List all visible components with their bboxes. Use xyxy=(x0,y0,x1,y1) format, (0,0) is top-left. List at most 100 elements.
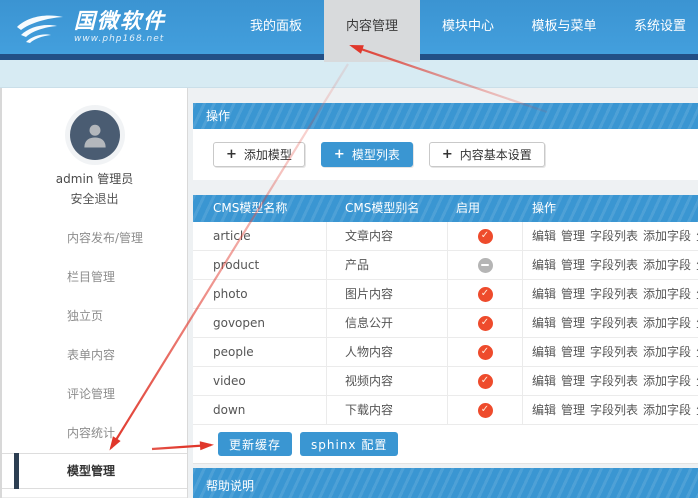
nav-item-templates-menus[interactable]: 模板与菜单 xyxy=(516,0,612,54)
action-link-video[interactable]: 管理 xyxy=(561,374,585,388)
action-link-people[interactable]: 编辑 xyxy=(532,345,556,359)
model-name-cell: people xyxy=(193,338,327,366)
model-enabled-cell xyxy=(448,338,523,366)
sidebar-item-category-management[interactable]: 栏目管理 xyxy=(2,258,187,297)
main-nav: 我的面板内容管理模块中心模板与菜单系统设置 xyxy=(228,0,698,62)
model-alias-cell: 产品 xyxy=(327,251,448,279)
action-link-down[interactable]: 编辑 xyxy=(532,403,556,417)
action-link-product[interactable]: 管理 xyxy=(561,258,585,272)
model-enabled-cell xyxy=(448,396,523,424)
action-link-article[interactable]: 管理 xyxy=(561,229,585,243)
add-model-button[interactable]: +添加模型 xyxy=(213,142,305,167)
table-row-govopen: govopen信息公开编辑管理字段列表添加字段生成模板 xyxy=(193,309,698,338)
sidebar-item-comment-management[interactable]: 评论管理 xyxy=(2,375,187,414)
plus-icon: + xyxy=(442,147,453,162)
update-cache-button[interactable]: 更新缓存 xyxy=(218,432,292,456)
sidebar-item-form-content[interactable]: 表单内容 xyxy=(2,336,187,375)
check-icon[interactable] xyxy=(478,287,493,302)
check-icon[interactable] xyxy=(478,374,493,389)
nav-item-module-center[interactable]: 模块中心 xyxy=(420,0,516,54)
action-link-product[interactable]: 字段列表 xyxy=(590,258,638,272)
table-row-down: down下载内容 编辑管理字段列表添加字段生成模板 xyxy=(193,396,698,425)
action-link-people[interactable]: 添加字段 xyxy=(643,345,691,359)
check-icon[interactable] xyxy=(478,229,493,244)
action-link-govopen[interactable]: 字段列表 xyxy=(590,316,638,330)
nav-item-content-management[interactable]: 内容管理 xyxy=(324,0,420,62)
table-footer: 更新缓存 sphinx 配置 xyxy=(193,425,698,464)
check-icon[interactable] xyxy=(478,403,493,418)
logout-link[interactable]: 安全退出 xyxy=(2,192,187,207)
action-link-govopen[interactable]: 编辑 xyxy=(532,316,556,330)
action-link-govopen[interactable]: 管理 xyxy=(561,316,585,330)
nav-item-my-panel[interactable]: 我的面板 xyxy=(228,0,324,54)
model-name-cell: down xyxy=(193,396,327,424)
operations-panel: 操作 +添加模型+模型列表+内容基本设置 xyxy=(193,103,698,180)
sidebar-item-model-management[interactable]: 模型管理 xyxy=(2,453,187,489)
action-link-article[interactable]: 字段列表 xyxy=(590,229,638,243)
user-icon xyxy=(80,120,110,150)
table-body: article文章内容编辑管理字段列表添加字段生成模板product产品编辑管理… xyxy=(193,222,698,425)
sidebar-item-content-stats[interactable]: 内容统计 xyxy=(2,414,187,453)
table-row-video: video视频内容编辑管理字段列表添加字段生成模板 xyxy=(193,367,698,396)
nav-item-system-settings[interactable]: 系统设置 xyxy=(612,0,698,54)
action-link-video[interactable]: 编辑 xyxy=(532,374,556,388)
operations-panel-body: +添加模型+模型列表+内容基本设置 xyxy=(193,129,698,180)
action-link-photo[interactable]: 编辑 xyxy=(532,287,556,301)
action-link-article[interactable]: 编辑 xyxy=(532,229,556,243)
table-header-row: CMS模型名称CMS模型别名启用操作 xyxy=(193,195,698,222)
action-link-people[interactable]: 字段列表 xyxy=(590,345,638,359)
check-icon[interactable] xyxy=(478,345,493,360)
table-header-col-1: CMS模型名称 xyxy=(193,195,327,222)
sphinx-config-button[interactable]: sphinx 配置 xyxy=(300,432,398,456)
logo-title: 国微软件 xyxy=(74,8,166,34)
action-link-down[interactable]: 添加字段 xyxy=(643,403,691,417)
model-alias-cell: 视频内容 xyxy=(327,367,448,395)
action-link-product[interactable]: 编辑 xyxy=(532,258,556,272)
model-list-button[interactable]: +模型列表 xyxy=(321,142,413,167)
plus-icon: + xyxy=(334,147,345,162)
model-alias-cell: 下载内容 xyxy=(327,396,448,424)
sidebar-item-standalone-pages[interactable]: 独立页 xyxy=(2,297,187,336)
action-link-people[interactable]: 管理 xyxy=(561,345,585,359)
plus-icon: + xyxy=(226,147,237,162)
model-name-cell: govopen xyxy=(193,309,327,337)
action-link-down[interactable]: 管理 xyxy=(561,403,585,417)
action-link-video[interactable]: 添加字段 xyxy=(643,374,691,388)
help-panel: 帮助说明 xyxy=(193,468,698,498)
action-link-article[interactable]: 添加字段 xyxy=(643,229,691,243)
action-link-photo[interactable]: 添加字段 xyxy=(643,287,691,301)
model-actions-cell: 编辑管理字段列表添加字段生成模板 xyxy=(523,309,698,337)
sub-header-band xyxy=(0,60,698,88)
action-link-product[interactable]: 添加字段 xyxy=(643,258,691,272)
content-basic-settings-button[interactable]: + 内容基本设置 xyxy=(429,142,545,167)
model-name-cell: photo xyxy=(193,280,327,308)
check-icon[interactable] xyxy=(478,316,493,331)
sidebar-menu: 内容发布/管理栏目管理独立页表单内容评论管理内容统计模型管理 xyxy=(2,219,187,489)
model-alias-cell: 人物内容 xyxy=(327,338,448,366)
operations-panel-header: 操作 xyxy=(193,103,698,129)
model-actions-cell: 编辑管理字段列表添加字段生成模板 xyxy=(523,338,698,366)
action-link-photo[interactable]: 字段列表 xyxy=(590,287,638,301)
model-enabled-cell xyxy=(448,222,523,250)
sidebar-item-content-publish[interactable]: 内容发布/管理 xyxy=(2,219,187,258)
model-name-cell: video xyxy=(193,367,327,395)
avatar[interactable] xyxy=(70,110,120,160)
model-name-cell: article xyxy=(193,222,327,250)
model-enabled-cell xyxy=(448,251,523,279)
model-name-cell: product xyxy=(193,251,327,279)
content-basic-settings-button-label: 内容基本设置 xyxy=(460,146,532,163)
action-link-govopen[interactable]: 添加字段 xyxy=(643,316,691,330)
logo-subtitle: www.php168.net xyxy=(74,34,166,44)
model-enabled-cell xyxy=(448,309,523,337)
model-actions-cell: 编辑管理字段列表添加字段生成模板 xyxy=(523,396,698,424)
table-row-product: product产品编辑管理字段列表添加字段生成模板 xyxy=(193,251,698,280)
user-name: admin 管理员 xyxy=(2,172,187,187)
minus-icon[interactable] xyxy=(478,258,493,273)
action-link-down[interactable]: 字段列表 xyxy=(590,403,638,417)
action-link-video[interactable]: 字段列表 xyxy=(590,374,638,388)
model-enabled-cell xyxy=(448,280,523,308)
model-enabled-cell xyxy=(448,367,523,395)
model-alias-cell: 图片内容 xyxy=(327,280,448,308)
action-link-photo[interactable]: 管理 xyxy=(561,287,585,301)
logo: 国微软件 www.php168.net xyxy=(16,8,166,46)
